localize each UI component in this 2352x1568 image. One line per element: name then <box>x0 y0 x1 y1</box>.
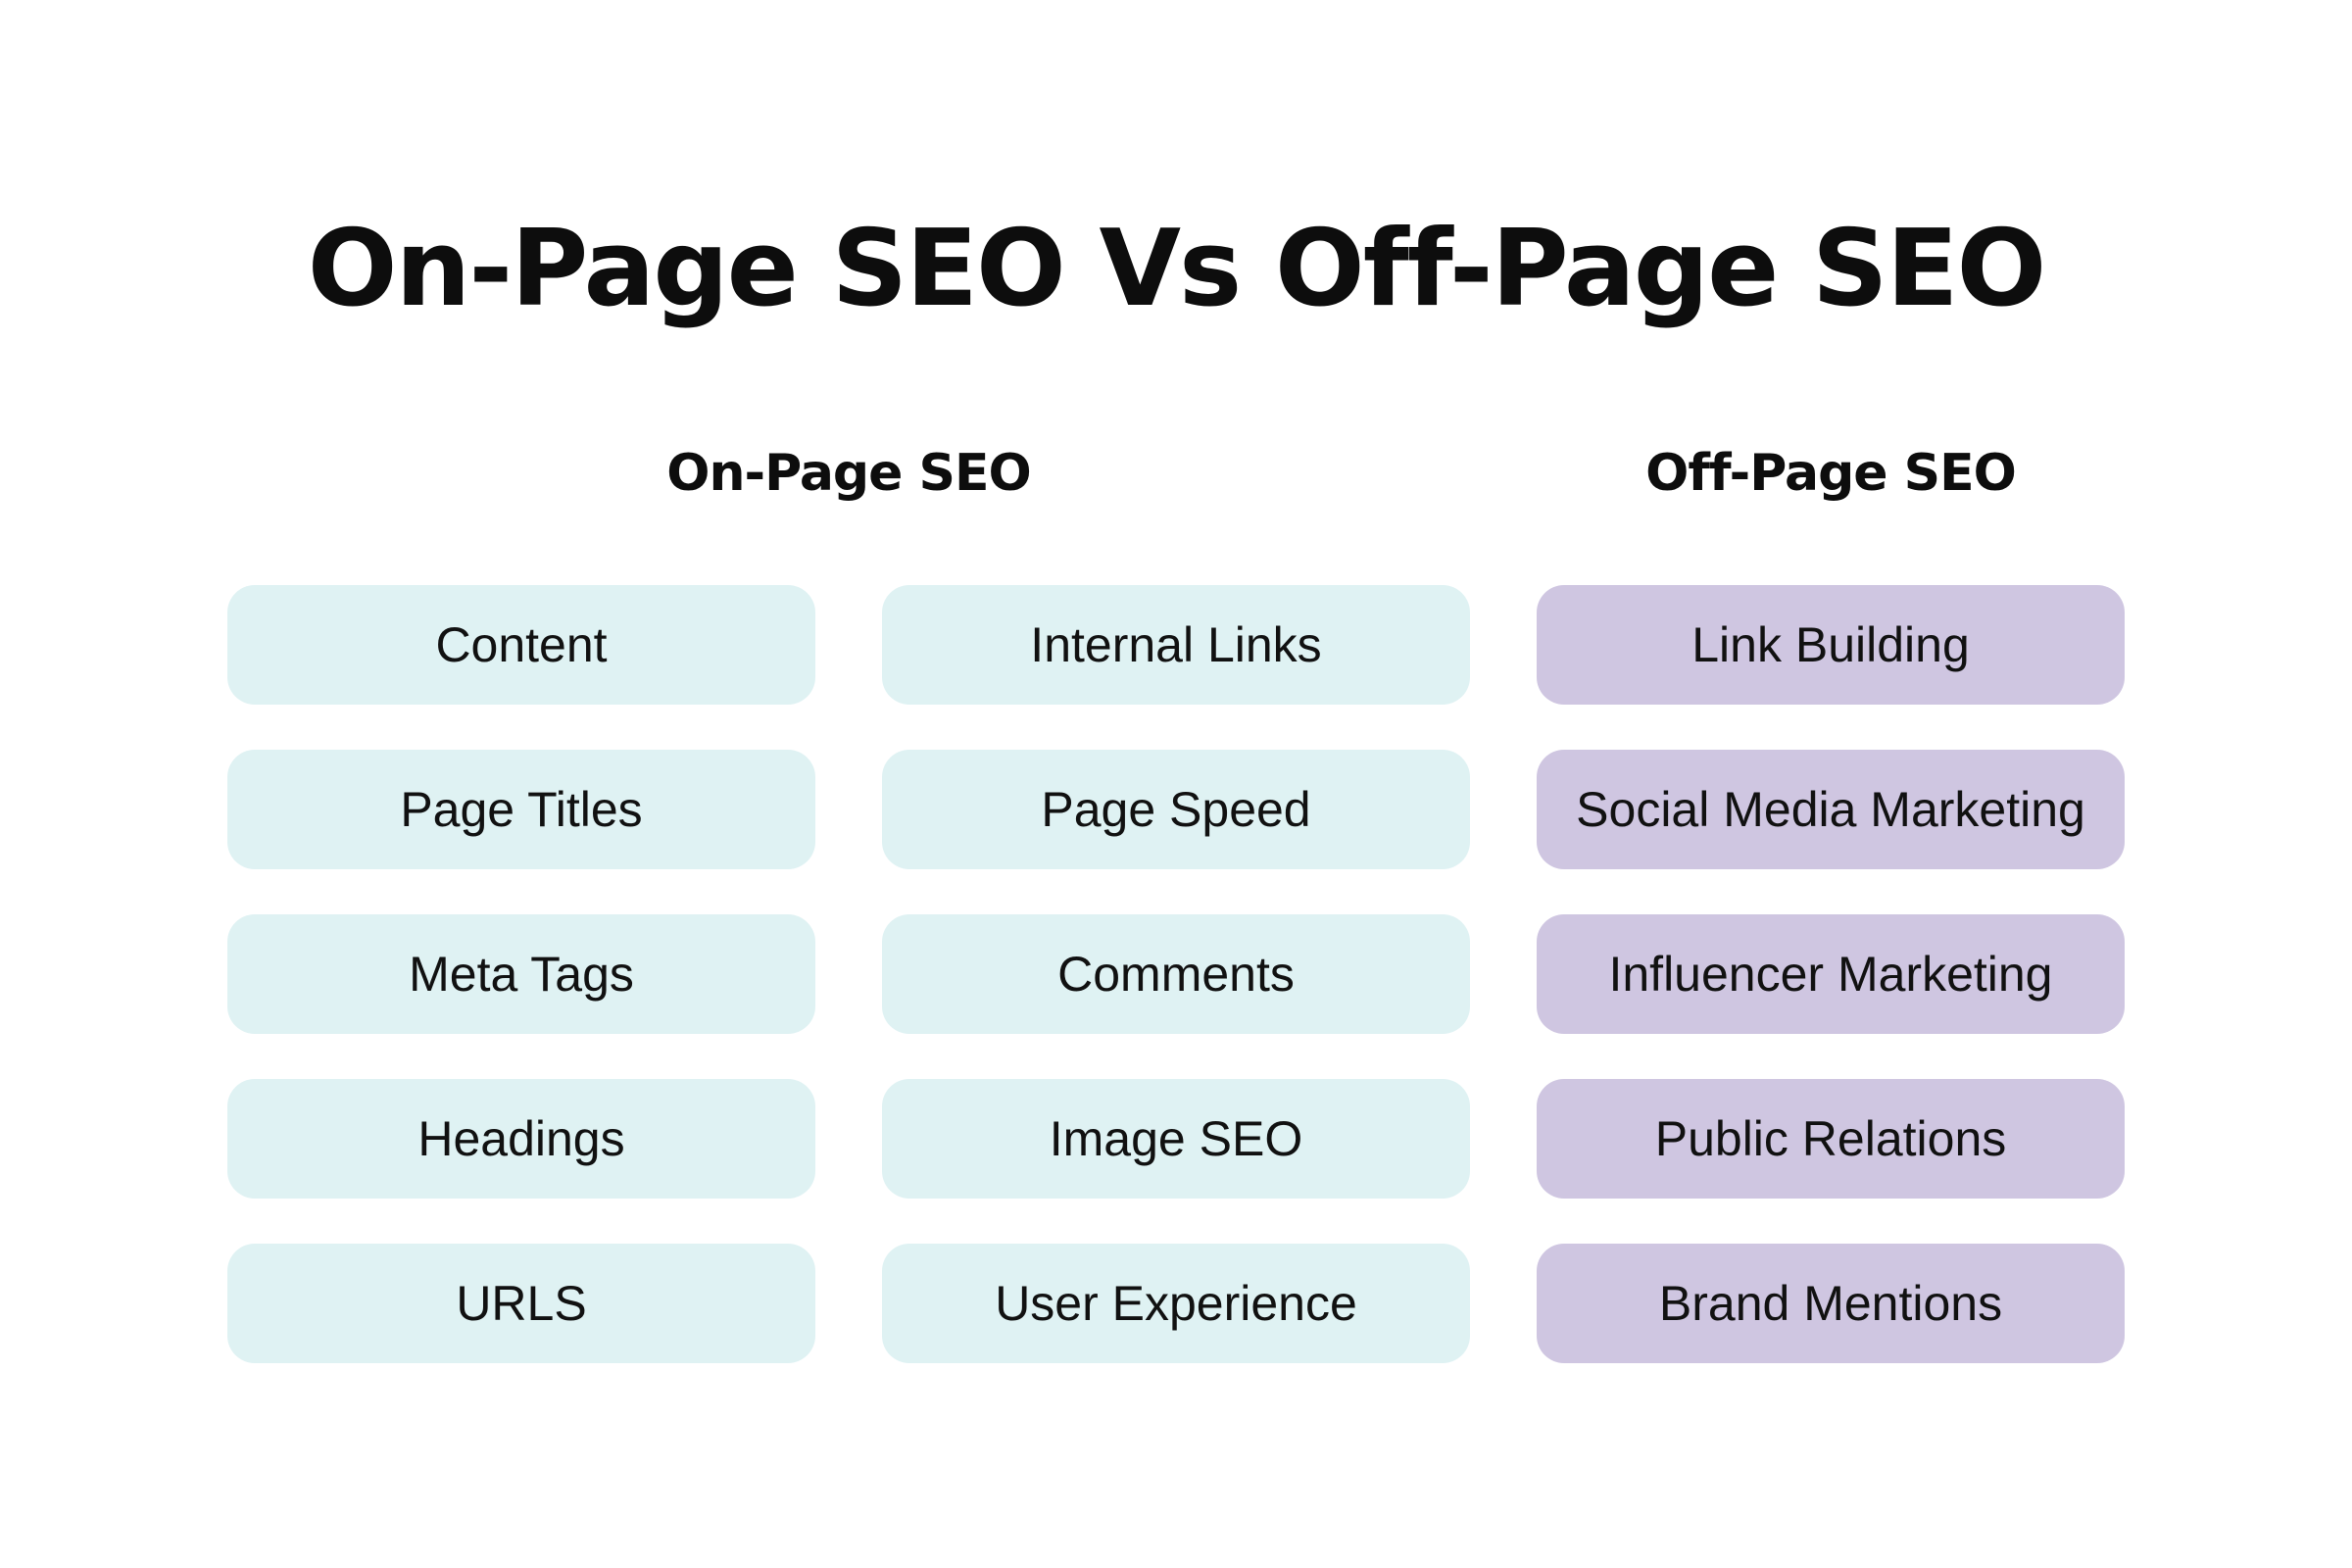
on-page-item: User Experience <box>882 1244 1470 1363</box>
on-page-item: Image SEO <box>882 1079 1470 1199</box>
off-page-item: Public Relations <box>1537 1079 2125 1199</box>
off-page-item: Social Media Marketing <box>1537 750 2125 869</box>
on-page-item: URLS <box>227 1244 815 1363</box>
off-page-column: Link Building Social Media Marketing Inf… <box>1537 585 2125 1408</box>
on-page-item: Comments <box>882 914 1470 1034</box>
on-page-item: Content <box>227 585 815 705</box>
on-page-column-1: Content Page Titles Meta Tags Headings U… <box>227 585 815 1408</box>
on-page-item: Page Titles <box>227 750 815 869</box>
on-page-item: Headings <box>227 1079 815 1199</box>
off-page-item: Link Building <box>1537 585 2125 705</box>
on-page-item: Page Speed <box>882 750 1470 869</box>
page-title: On-Page SEO Vs Off-Page SEO <box>307 208 2047 330</box>
off-page-heading: Off-Page SEO <box>1645 444 2017 503</box>
off-page-item: Influencer Marketing <box>1537 914 2125 1034</box>
on-page-heading: On-Page SEO <box>666 444 1031 503</box>
on-page-item: Internal Links <box>882 585 1470 705</box>
on-page-column-2: Internal Links Page Speed Comments Image… <box>882 585 1470 1408</box>
off-page-item: Brand Mentions <box>1537 1244 2125 1363</box>
on-page-item: Meta Tags <box>227 914 815 1034</box>
